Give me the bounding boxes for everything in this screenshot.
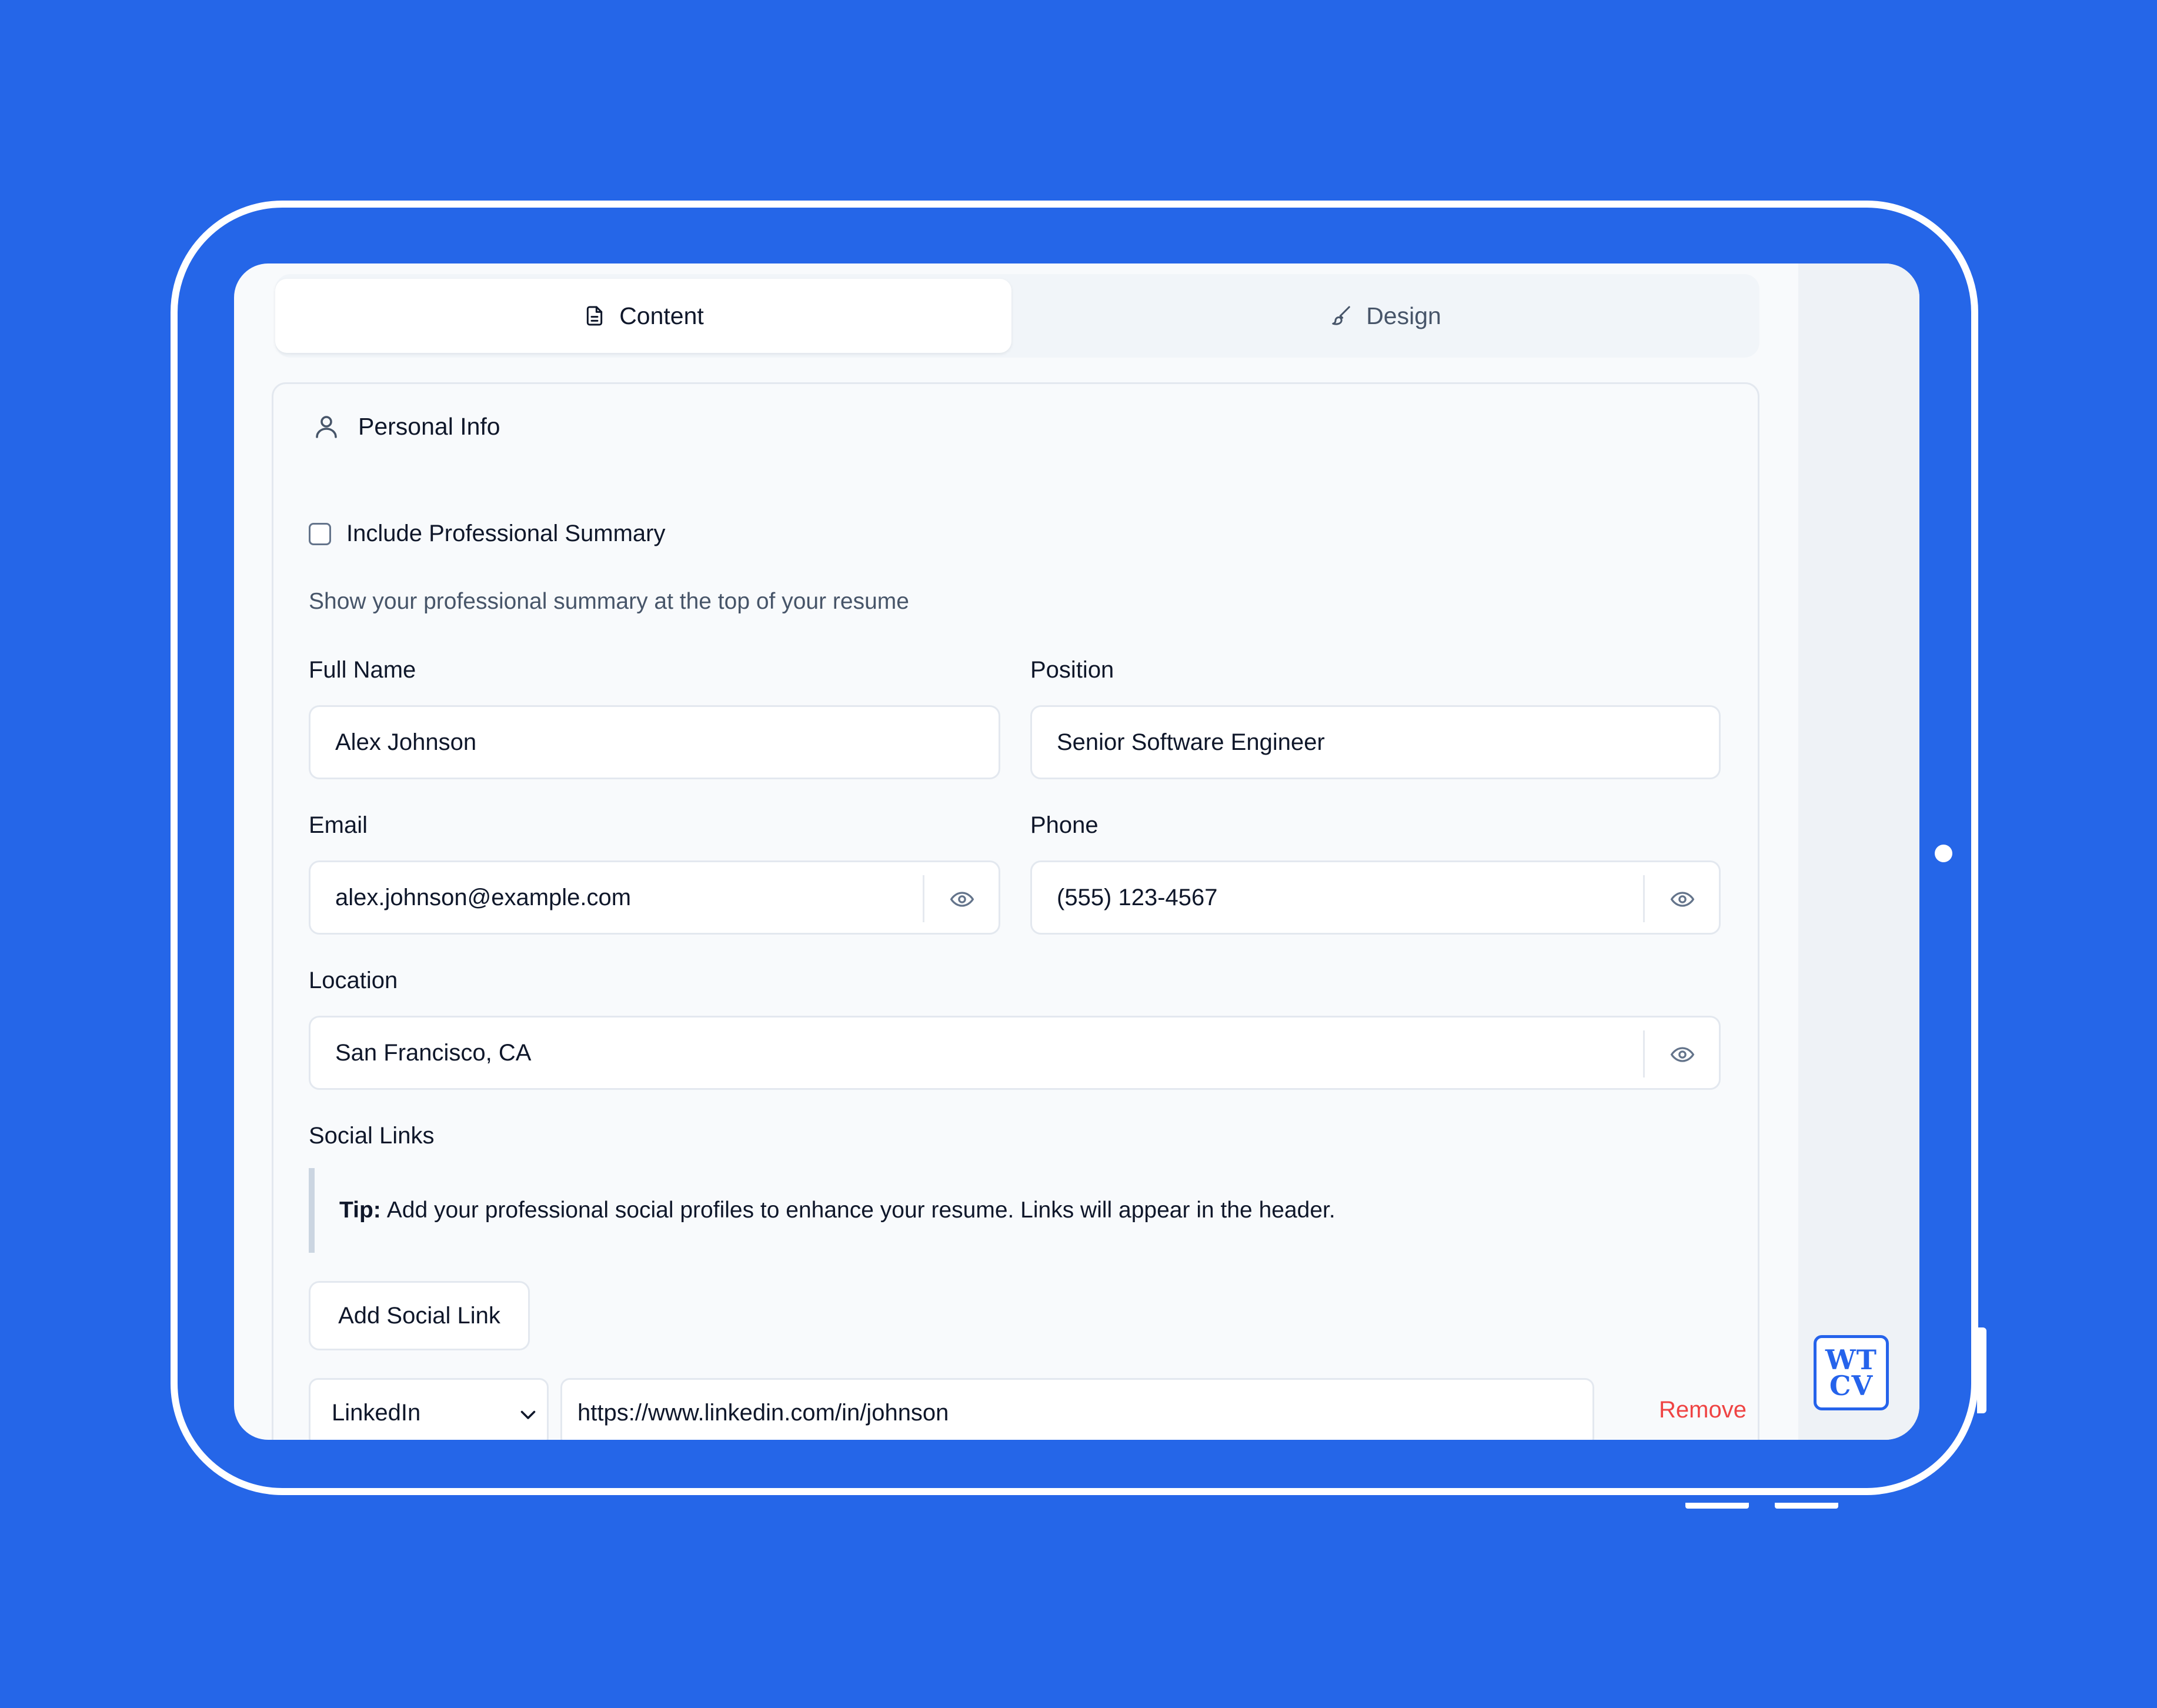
summary-toggle[interactable]: Include Professional Summary xyxy=(309,521,665,547)
eye-icon[interactable] xyxy=(1669,1042,1695,1068)
app-screen: Content Design Personal Info Include Pro… xyxy=(234,263,1919,1440)
section-header[interactable]: Personal Info xyxy=(312,412,500,441)
tab-content-label: Content xyxy=(619,302,704,329)
full-name-label: Full Name xyxy=(309,657,416,683)
location-label: Location xyxy=(309,968,398,993)
phone-value: (555) 123-4567 xyxy=(1057,884,1218,910)
email-divider xyxy=(923,875,924,922)
logo-line1: WT xyxy=(1825,1344,1877,1376)
logo-line2: CV xyxy=(1829,1370,1874,1402)
location-input[interactable]: San Francisco, CA xyxy=(309,1016,1721,1090)
summary-description: Show your professional summary at the to… xyxy=(309,589,909,614)
platform-selected: LinkedIn xyxy=(332,1399,421,1426)
full-name-input[interactable]: Alex Johnson xyxy=(309,705,1000,779)
social-links-label: Social Links xyxy=(309,1123,435,1149)
summary-checkbox[interactable] xyxy=(309,522,331,545)
platform-select[interactable]: LinkedIn xyxy=(309,1378,549,1440)
tab-design[interactable]: Design xyxy=(1017,279,1754,353)
tip-bold: Tip: xyxy=(339,1197,381,1223)
eye-icon[interactable] xyxy=(949,886,975,912)
full-name-value: Alex Johnson xyxy=(335,729,477,755)
section-title: Personal Info xyxy=(358,412,500,440)
location-divider xyxy=(1643,1030,1645,1077)
summary-checkbox-label: Include Professional Summary xyxy=(346,521,666,546)
user-icon xyxy=(316,416,337,438)
phone-input[interactable]: (555) 123-4567 xyxy=(1030,860,1721,935)
tablet-volume-button-2 xyxy=(1775,1503,1838,1509)
tablet-camera xyxy=(1935,845,1952,862)
wtcv-logo[interactable]: WT CV xyxy=(1814,1335,1889,1410)
tablet-volume-button xyxy=(1685,1503,1749,1509)
editor-tabs: Content Design xyxy=(275,274,1759,358)
social-tip: Tip: Add your professional social profil… xyxy=(309,1168,1426,1253)
email-input[interactable]: alex.johnson@example.com xyxy=(309,860,1000,935)
eye-icon[interactable] xyxy=(1669,886,1695,912)
position-label: Position xyxy=(1030,657,1114,683)
phone-label: Phone xyxy=(1030,812,1098,838)
email-value: alex.johnson@example.com xyxy=(335,884,632,910)
social-url-value: https://www.linkedin.com/in/johnson xyxy=(577,1399,949,1426)
social-url-input[interactable]: https://www.linkedin.com/in/johnson xyxy=(560,1378,1594,1440)
tablet-side-button xyxy=(1977,1327,1986,1413)
preview-panel xyxy=(1798,263,1919,1440)
email-label: Email xyxy=(309,812,368,838)
remove-link-button[interactable]: Remove xyxy=(1659,1397,1747,1423)
document-icon xyxy=(587,306,603,326)
position-input[interactable]: Senior Software Engineer xyxy=(1030,705,1721,779)
position-value: Senior Software Engineer xyxy=(1057,729,1325,755)
add-social-link-button[interactable]: Add Social Link xyxy=(309,1281,530,1350)
personal-info-card: Personal Info Include Professional Summa… xyxy=(272,382,1759,1440)
tab-content[interactable]: Content xyxy=(275,279,1011,353)
brush-icon xyxy=(1332,306,1351,325)
phone-divider xyxy=(1643,875,1645,922)
tab-design-label: Design xyxy=(1366,302,1441,329)
location-value: San Francisco, CA xyxy=(335,1039,532,1066)
tip-text: Add your professional social profiles to… xyxy=(386,1197,1335,1223)
chevron-down-icon xyxy=(520,1410,536,1419)
